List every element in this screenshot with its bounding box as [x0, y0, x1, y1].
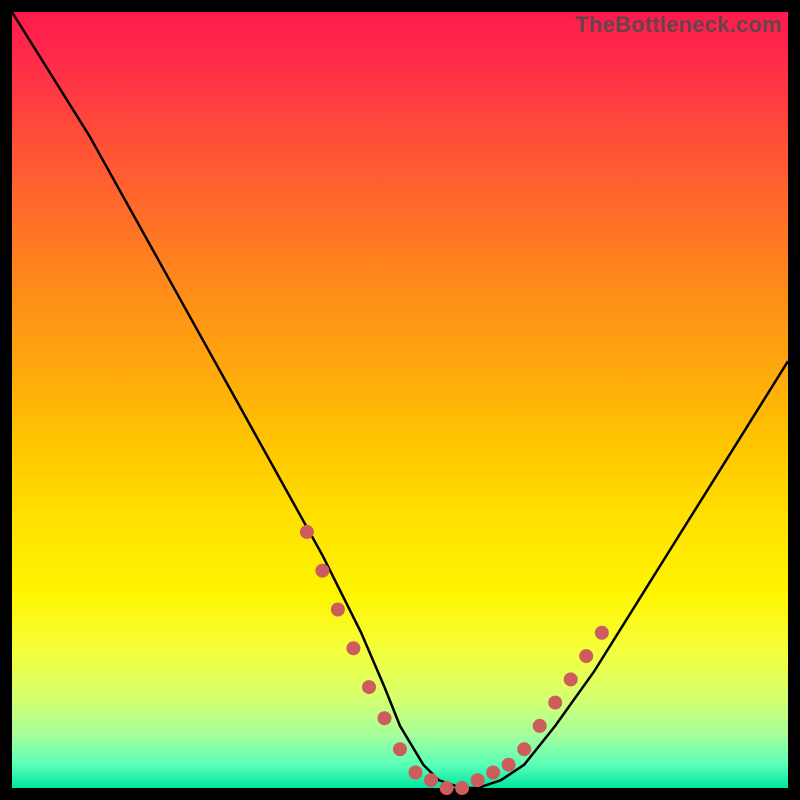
marker-dot: [517, 742, 531, 756]
marker-dot: [471, 773, 485, 787]
marker-dot: [455, 781, 469, 795]
marker-dot: [533, 719, 547, 733]
curve-svg: [12, 12, 788, 788]
marker-dot: [362, 680, 376, 694]
plot-area: TheBottleneck.com: [12, 12, 788, 788]
marker-dot: [424, 773, 438, 787]
marker-dot: [409, 766, 423, 780]
marker-dot: [486, 766, 500, 780]
highlight-points: [300, 525, 609, 795]
marker-dot: [502, 758, 516, 772]
marker-dot: [331, 603, 345, 617]
chart-frame: TheBottleneck.com: [0, 0, 800, 800]
marker-dot: [548, 696, 562, 710]
marker-dot: [595, 626, 609, 640]
marker-dot: [440, 781, 454, 795]
marker-dot: [315, 564, 329, 578]
marker-dot: [579, 649, 593, 663]
marker-dot: [393, 742, 407, 756]
bottleneck-curve: [12, 12, 788, 788]
marker-dot: [564, 672, 578, 686]
marker-dot: [346, 641, 360, 655]
marker-dot: [378, 711, 392, 725]
marker-dot: [300, 525, 314, 539]
